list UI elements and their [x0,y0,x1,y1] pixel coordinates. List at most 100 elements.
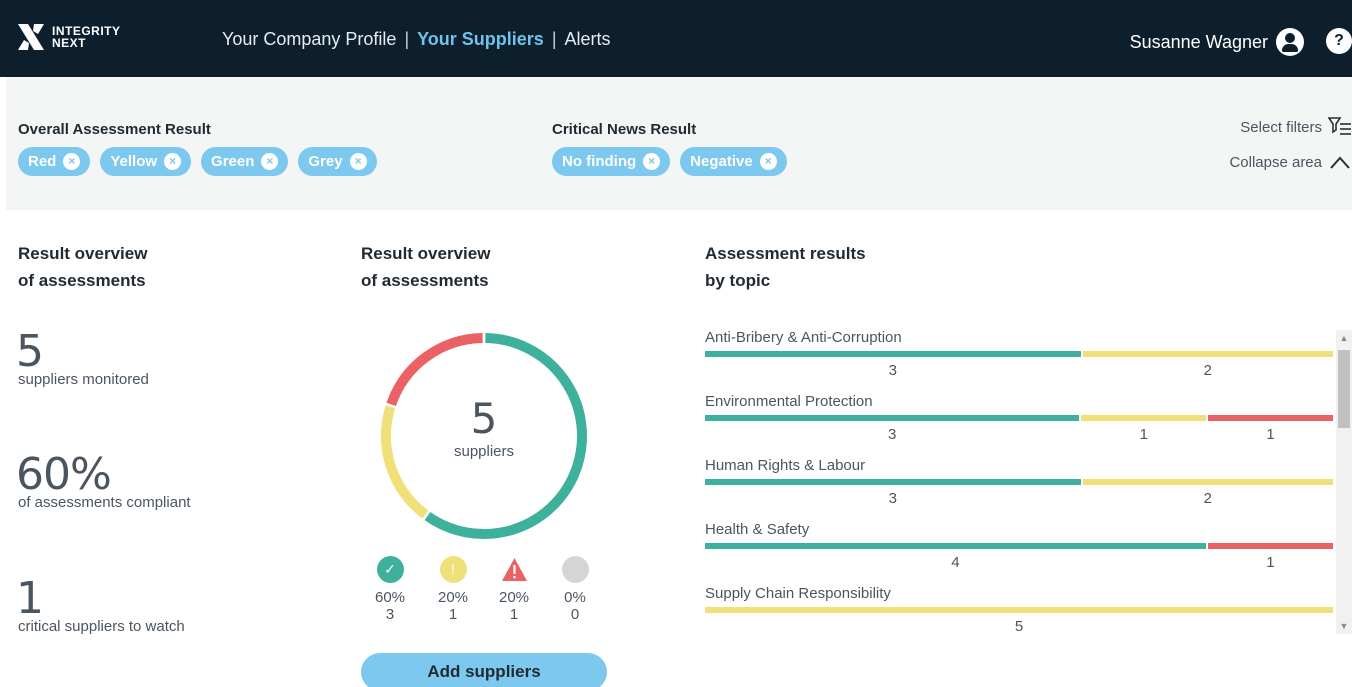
topic-bar [705,543,1333,549]
filter-area: Overall Assessment Result Red × Yellow × G… [6,77,1352,210]
topic-row[interactable]: Environmental Protection 3 1 1 [705,392,1333,456]
integrity-next-logo[interactable]: INTEGRITY NEXT [16,22,156,58]
legend-critical-percent: 20% [498,589,530,606]
bar-segment-count: 3 [888,362,897,379]
exclamation-icon: ! [439,556,467,583]
filter-chip-green[interactable]: Green × [201,147,289,176]
topics-scrollbar[interactable]: ▲ ▼ [1336,330,1352,634]
main-nav: Your Company Profile | Your Suppliers | … [222,29,611,50]
bar-segment-green [705,543,1206,549]
legend-critical-count: 1 [509,606,519,623]
bar-segment-count: 4 [951,554,960,571]
chip-close-icon[interactable]: × [63,153,81,170]
topics-title: Assessment results by topic [705,244,866,290]
chip-close-icon[interactable]: × [164,153,182,170]
legend-unknown-count: 0 [570,606,580,623]
chip-close-icon[interactable]: × [349,153,367,170]
topic-results-list[interactable]: Anti-Bribery & Anti-Corruption 3 2 Environm… [705,328,1333,634]
nav-separator: | [404,29,410,49]
compliant-percent-value: 60% [16,449,112,500]
topic-name: Anti-Bribery & Anti-Corruption [705,329,902,346]
bar-segment-green [705,351,1081,357]
bar-segment-count: 1 [1139,426,1148,443]
donut-center-label: suppliers [453,443,515,460]
bar-segment-count: 3 [888,490,897,507]
critical-suppliers-value: 1 [16,573,44,624]
legend-warning-percent: 20% [437,589,469,606]
user-menu[interactable]: Susanne Wagner [1130,28,1304,56]
bar-segment-red [1208,415,1333,421]
topic-bar [705,351,1333,357]
filter-chip-no-finding[interactable]: No finding × [552,147,671,176]
legend-compliant-percent: 60% [374,589,406,606]
topic-row[interactable]: Human Rights & Labour 3 2 [705,456,1333,520]
user-name: Susanne Wagner [1129,31,1268,52]
bar-segment-count: 3 [888,426,897,443]
chip-close-icon[interactable]: × [759,153,777,170]
donut-slice-red [386,333,483,407]
user-avatar-icon[interactable] [1276,28,1304,56]
topic-bar [705,607,1333,613]
topic-name: Supply Chain Responsibility [705,585,891,602]
grey-circle-icon [561,556,589,583]
bar-segment-count: 5 [1014,618,1024,634]
logo-mark-icon [18,24,44,50]
bar-segment-green [705,479,1081,485]
legend-compliant: ✓ 60% 3 [359,556,421,623]
filter-chip-negative[interactable]: Negative × [680,147,787,176]
legend-critical: 20% 1 [483,556,545,623]
overview-left-title: Result overview of assessments [18,244,148,290]
scroll-up-arrow-icon[interactable]: ▲ [1336,330,1352,346]
topic-name: Human Rights & Labour [705,457,866,474]
topic-row[interactable]: Supply Chain Responsibility 5 [705,584,1333,634]
legend-warning: ! 20% 1 [422,556,484,623]
filter-title-assessment: Overall Assessment Result [18,121,211,138]
suppliers-monitored-value: 5 [16,326,44,377]
compliant-percent-label: of assessments compliant [18,494,191,511]
bar-segment-count: 1 [1266,554,1275,571]
topic-bar [705,479,1333,485]
nav-company-profile[interactable]: Your Company Profile [222,29,396,50]
bar-segment-yellow [1082,479,1333,485]
bar-segment-yellow [1082,351,1333,357]
filter-chip-grey[interactable]: Grey × [298,147,377,176]
warning-triangle-icon [501,556,528,583]
news-filter-group: Critical News Result No finding × Negativ… [552,121,797,176]
select-filters-button[interactable]: Select filters [1202,115,1352,139]
legend-unknown: 0% 0 [544,556,606,623]
filter-title-news: Critical News Result [552,121,697,138]
filter-actions: Select filters Collapse area [1202,115,1352,185]
nav-alerts[interactable]: Alerts [565,29,611,50]
legend-compliant-count: 3 [385,606,395,623]
top-navigation-bar: INTEGRITY NEXT Your Company Profile | Yo… [0,0,1352,77]
help-icon[interactable]: ? [1326,28,1352,54]
bar-segment-green [705,415,1080,421]
filter-chip-yellow[interactable]: Yellow × [100,147,192,176]
add-suppliers-button[interactable]: Add suppliers [361,653,607,687]
suppliers-monitored-label: suppliers monitored [18,371,149,388]
collapse-area-button[interactable]: Collapse area [1202,150,1352,174]
overview-middle-title: Result overview of assessments [361,244,491,290]
topic-row[interactable]: Anti-Bribery & Anti-Corruption 3 2 [705,328,1333,392]
chip-close-icon[interactable]: × [643,153,661,170]
assessment-filter-group: Overall Assessment Result Red × Yellow × G… [18,121,387,176]
scrollbar-thumb[interactable] [1338,350,1350,428]
chip-close-icon[interactable]: × [261,153,279,170]
bar-segment-count: 2 [1203,490,1212,507]
filter-list-icon [1327,116,1352,138]
check-icon: ✓ [376,556,404,583]
topic-name: Health & Safety [705,521,810,538]
nav-your-suppliers[interactable]: Your Suppliers [417,29,544,50]
bar-segment-count: 2 [1203,362,1212,379]
topic-row[interactable]: Health & Safety 4 1 [705,520,1333,584]
donut-center-value: 5 [470,394,498,443]
bar-segment-yellow [705,607,1333,613]
scroll-down-arrow-icon[interactable]: ▼ [1336,618,1352,634]
nav-separator: | [551,29,557,49]
bar-segment-count: 1 [1266,426,1275,443]
topic-name: Environmental Protection [705,393,873,410]
topic-bar [705,415,1333,421]
legend-warning-count: 1 [448,606,458,623]
filter-chip-red[interactable]: Red × [18,147,91,176]
bar-segment-yellow [1081,415,1207,421]
